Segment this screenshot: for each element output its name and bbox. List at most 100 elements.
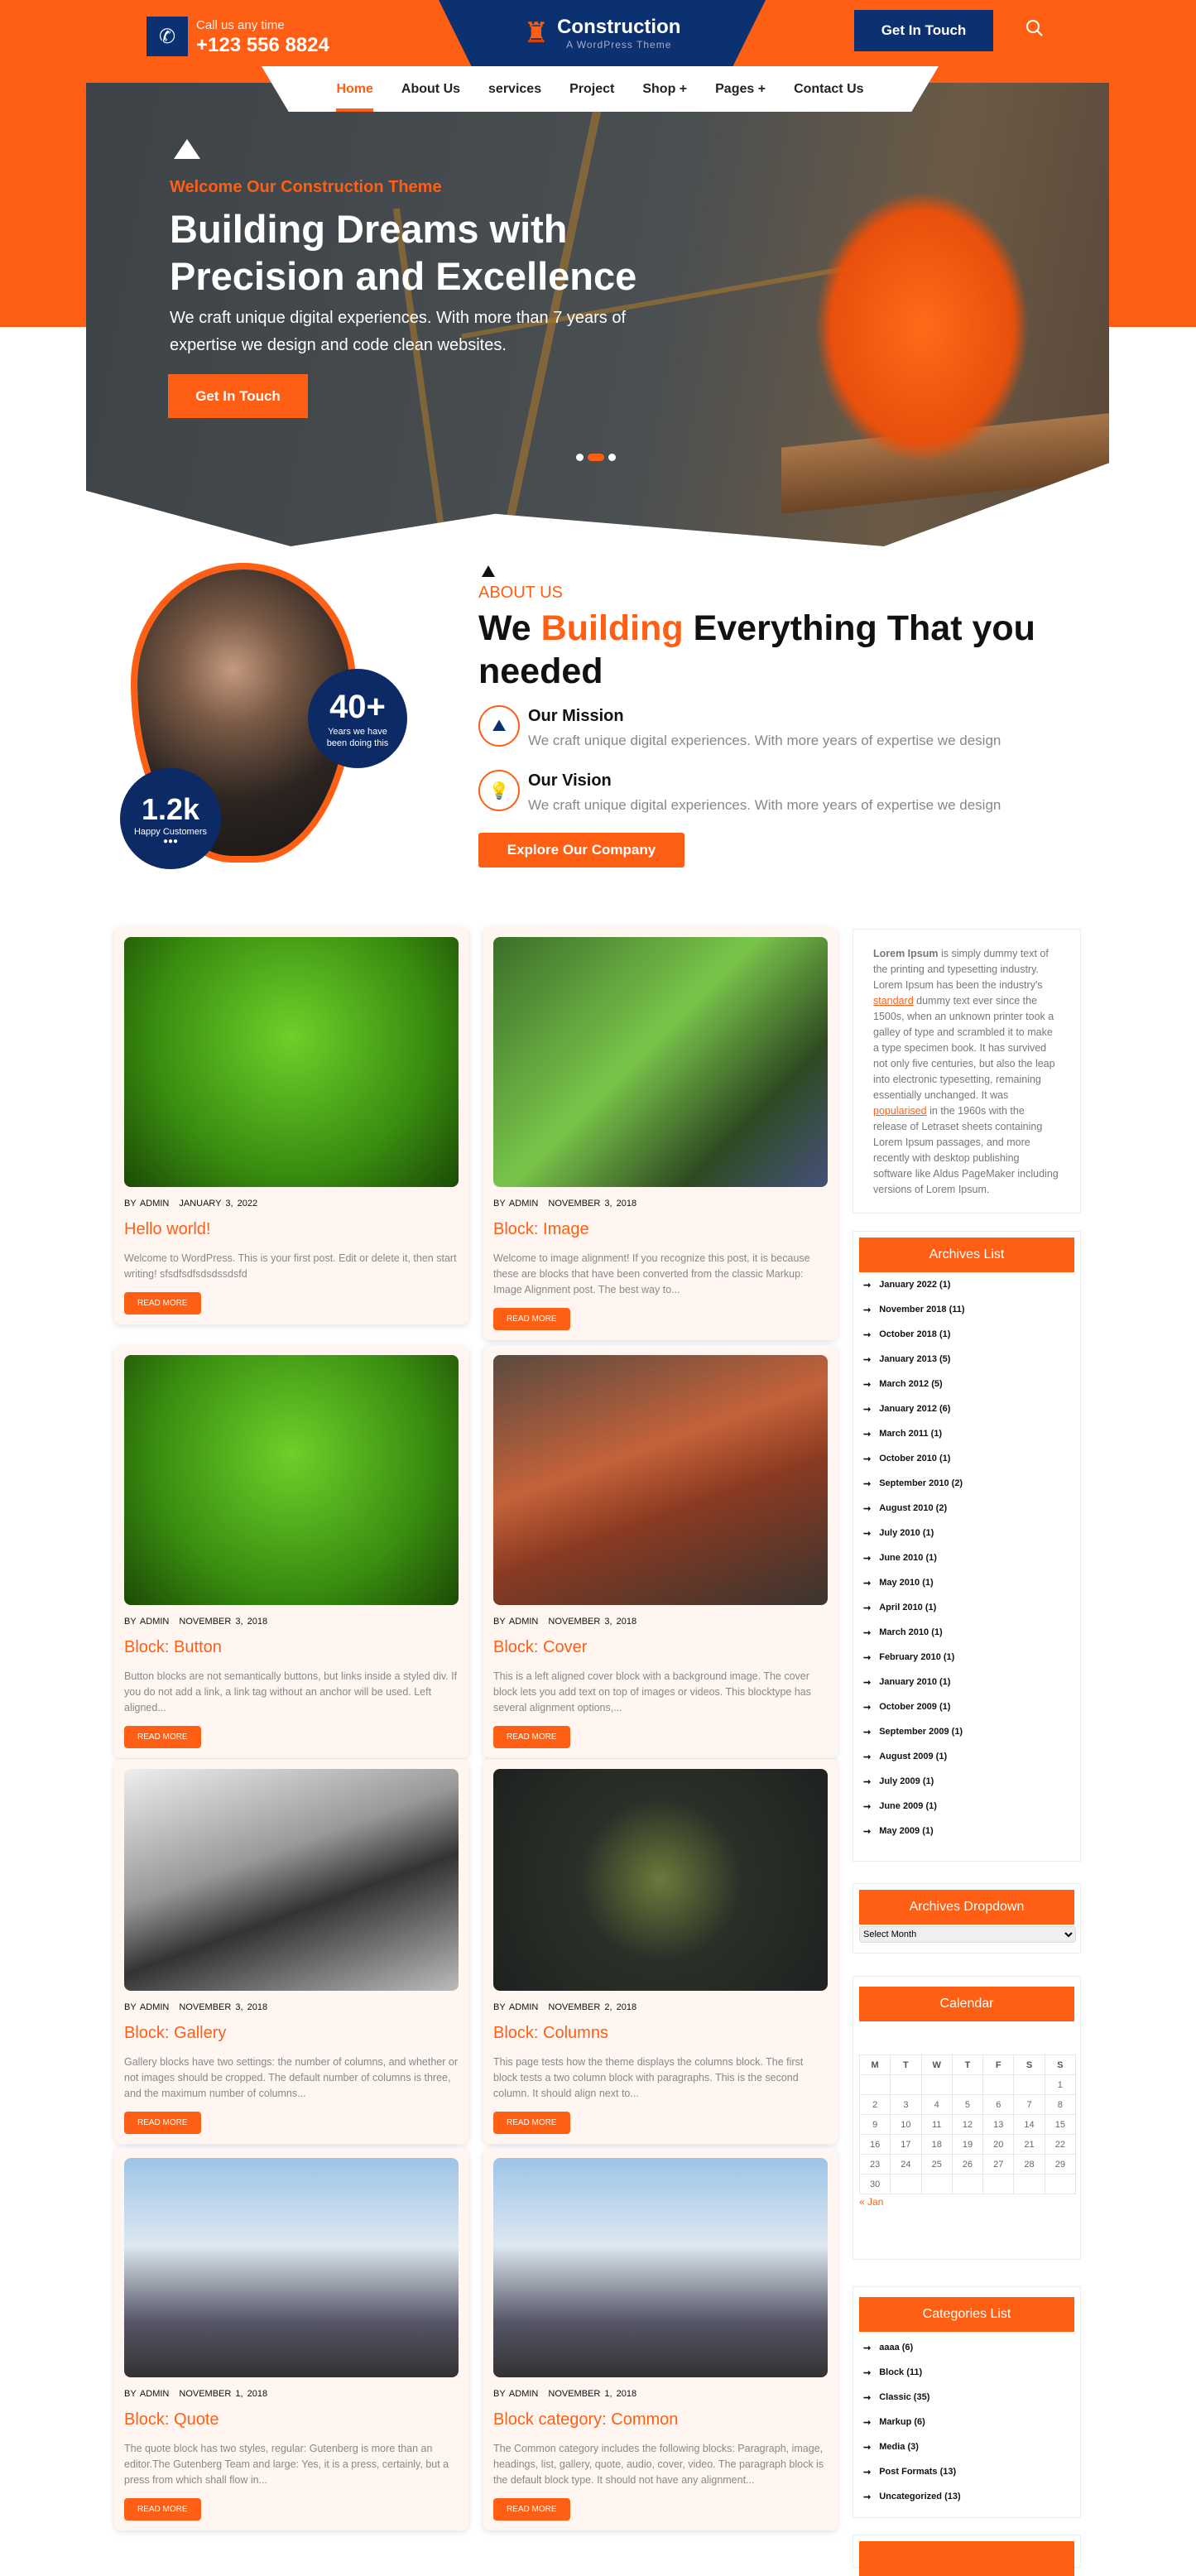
nav-item-home[interactable]: Home: [336, 82, 374, 112]
read-more-button[interactable]: READ MORE: [493, 1308, 570, 1330]
list-item[interactable]: ➞ May 2010 (1): [863, 1570, 1070, 1595]
nav-item-about-us[interactable]: About Us: [401, 82, 460, 97]
post-title[interactable]: Block: Gallery: [124, 2024, 459, 2043]
list-item[interactable]: ➞ April 2010 (1): [863, 1595, 1070, 1620]
read-more-button[interactable]: READ MORE: [124, 1292, 201, 1314]
post-image[interactable]: [493, 2158, 828, 2377]
post-image[interactable]: [124, 1769, 459, 1991]
list-item[interactable]: ➞ January 2012 (6): [863, 1396, 1070, 1421]
list-link[interactable]: March 2010 (1): [879, 1627, 942, 1637]
read-more-button[interactable]: READ MORE: [493, 2112, 570, 2134]
list-link[interactable]: September 2010 (2): [879, 1478, 963, 1488]
list-item[interactable]: ➞ Block (11): [863, 2360, 1070, 2385]
list-item[interactable]: ➞ June 2010 (1): [863, 1545, 1070, 1570]
list-item[interactable]: ➞ October 2018 (1): [863, 1322, 1070, 1347]
post-title[interactable]: Block category: Common: [493, 2410, 828, 2429]
list-link[interactable]: May 2010 (1): [879, 1578, 933, 1588]
post-title[interactable]: Block: Quote: [124, 2410, 459, 2429]
post-image[interactable]: [124, 937, 459, 1187]
list-link[interactable]: June 2009 (1): [879, 1801, 937, 1811]
nav-item-services[interactable]: services: [488, 82, 541, 97]
list-link[interactable]: August 2010 (2): [879, 1503, 947, 1513]
post-title[interactable]: Block: Columns: [493, 2024, 828, 2043]
list-link[interactable]: Media (3): [879, 2442, 919, 2452]
phone-number[interactable]: +123 556 8824: [196, 34, 329, 57]
list-item[interactable]: ➞ September 2010 (2): [863, 1471, 1070, 1496]
search-icon[interactable]: [1025, 18, 1048, 41]
list-item[interactable]: ➞ January 2022 (1): [863, 1272, 1070, 1297]
list-link[interactable]: January 2022 (1): [879, 1280, 950, 1290]
popularised-link[interactable]: popularised: [873, 1105, 927, 1117]
list-link[interactable]: March 2011 (1): [879, 1429, 942, 1439]
list-item[interactable]: ➞ October 2009 (1): [863, 1694, 1070, 1719]
list-item[interactable]: ➞ August 2010 (2): [863, 1496, 1070, 1521]
list-link[interactable]: Markup (6): [879, 2417, 925, 2427]
list-item[interactable]: ➞ Media (3): [863, 2434, 1070, 2459]
list-link[interactable]: January 2010 (1): [879, 1677, 950, 1687]
list-item[interactable]: ➞ May 2009 (1): [863, 1819, 1070, 1843]
list-link[interactable]: October 2018 (1): [879, 1329, 950, 1339]
read-more-button[interactable]: READ MORE: [493, 2498, 570, 2521]
list-link[interactable]: April 2010 (1): [879, 1603, 936, 1612]
nav-item-pages[interactable]: Pages +: [715, 82, 766, 97]
month-select[interactable]: Select Month: [859, 1926, 1076, 1943]
slider-dot[interactable]: [576, 454, 584, 461]
explore-company-button[interactable]: Explore Our Company: [478, 833, 684, 867]
header-get-in-touch-button[interactable]: Get In Touch: [854, 10, 993, 51]
list-item[interactable]: ➞ Post Formats (13): [863, 2459, 1070, 2484]
list-link[interactable]: Block (11): [879, 2367, 922, 2377]
list-link[interactable]: May 2009 (1): [879, 1826, 933, 1836]
site-logo[interactable]: ♜ Construction A WordPress Theme: [439, 0, 766, 66]
nav-item-project[interactable]: Project: [569, 82, 614, 97]
read-more-button[interactable]: READ MORE: [124, 2112, 201, 2134]
post-title[interactable]: Block: Image: [493, 1220, 828, 1239]
post-title[interactable]: Hello world!: [124, 1220, 459, 1239]
post-title[interactable]: Block: Button: [124, 1638, 459, 1657]
post-image[interactable]: [124, 1355, 459, 1605]
post-title[interactable]: Block: Cover: [493, 1638, 828, 1657]
list-item[interactable]: ➞ October 2010 (1): [863, 1446, 1070, 1471]
list-item[interactable]: ➞ July 2009 (1): [863, 1769, 1070, 1794]
list-link[interactable]: March 2012 (5): [879, 1379, 942, 1389]
list-link[interactable]: October 2009 (1): [879, 1702, 950, 1712]
list-link[interactable]: Post Formats (13): [879, 2467, 956, 2477]
list-link[interactable]: September 2009 (1): [879, 1727, 963, 1737]
list-link[interactable]: January 2012 (6): [879, 1404, 950, 1414]
list-item[interactable]: ➞ Classic (35): [863, 2385, 1070, 2410]
list-item[interactable]: ➞ June 2009 (1): [863, 1794, 1070, 1819]
list-link[interactable]: July 2010 (1): [879, 1528, 934, 1538]
list-item[interactable]: ➞ September 2009 (1): [863, 1719, 1070, 1744]
list-link[interactable]: aaaa (6): [879, 2343, 913, 2353]
list-item[interactable]: ➞ Markup (6): [863, 2410, 1070, 2434]
list-item[interactable]: ➞ March 2012 (5): [863, 1372, 1070, 1396]
post-image[interactable]: [124, 2158, 459, 2377]
post-image[interactable]: [493, 937, 828, 1187]
list-link[interactable]: July 2009 (1): [879, 1776, 934, 1786]
list-item[interactable]: ➞ aaaa (6): [863, 2335, 1070, 2360]
list-item[interactable]: ➞ Uncategorized (13): [863, 2484, 1070, 2509]
list-item[interactable]: ➞ August 2009 (1): [863, 1744, 1070, 1769]
list-item[interactable]: ➞ January 2013 (5): [863, 1347, 1070, 1372]
read-more-button[interactable]: READ MORE: [124, 2498, 201, 2521]
post-image[interactable]: [493, 1769, 828, 1991]
list-link[interactable]: August 2009 (1): [879, 1752, 947, 1761]
hero-get-in-touch-button[interactable]: Get In Touch: [168, 374, 308, 418]
slider-dot-active[interactable]: [588, 454, 604, 461]
list-item[interactable]: ➞ January 2010 (1): [863, 1670, 1070, 1694]
list-item[interactable]: ➞ March 2011 (1): [863, 1421, 1070, 1446]
post-image[interactable]: [493, 1355, 828, 1605]
read-more-button[interactable]: READ MORE: [124, 1726, 201, 1748]
list-link[interactable]: Classic (35): [879, 2392, 929, 2402]
standard-link[interactable]: standard: [873, 995, 914, 1007]
slider-dot[interactable]: [608, 454, 616, 461]
nav-item-shop[interactable]: Shop +: [642, 82, 687, 97]
list-item[interactable]: ➞ July 2010 (1): [863, 1521, 1070, 1545]
read-more-button[interactable]: READ MORE: [493, 1726, 570, 1748]
list-link[interactable]: October 2010 (1): [879, 1454, 950, 1463]
list-item[interactable]: ➞ November 2018 (11): [863, 1297, 1070, 1322]
list-link[interactable]: June 2010 (1): [879, 1553, 937, 1563]
list-item[interactable]: ➞ February 2010 (1): [863, 1645, 1070, 1670]
calendar-prev-link[interactable]: « Jan: [859, 2196, 1074, 2208]
list-link[interactable]: February 2010 (1): [879, 1652, 954, 1662]
list-link[interactable]: Uncategorized (13): [879, 2492, 960, 2502]
